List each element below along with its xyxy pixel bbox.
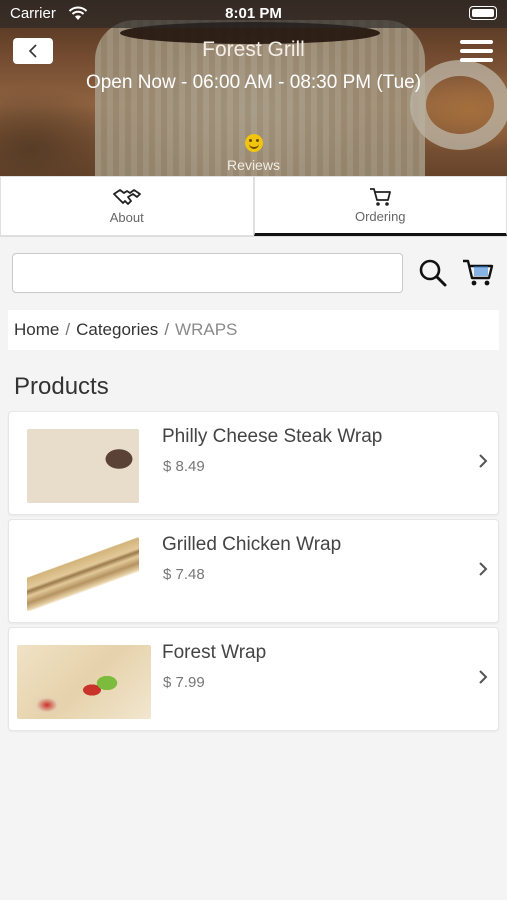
chevron-right-icon [479,562,488,576]
section-title: Products [14,373,109,400]
hamburger-menu-button[interactable] [460,40,493,64]
status-bar: Carrier 8:01 PM [0,0,507,28]
reviews-label: Reviews [227,157,280,173]
product-price: $ 7.99 [163,674,205,691]
breadcrumb: Home / Categories / WRAPS [8,310,499,350]
battery-icon [469,6,497,20]
product-price: $ 7.48 [163,566,205,583]
tab-about-label: About [109,209,144,225]
cart-icon [370,187,392,206]
product-name: Philly Cheese Steak Wrap [162,426,383,447]
product-image [27,537,139,611]
shopping-cart-icon [463,259,494,286]
search-input[interactable] [12,253,403,293]
product-name: Grilled Chicken Wrap [162,534,342,555]
breadcrumb-home[interactable]: Home [14,320,59,339]
opening-hours: Open Now - 06:00 AM - 08:30 PM (Tue) [85,72,422,93]
breadcrumb-separator: / [164,320,170,339]
handshake-icon [112,188,141,205]
product-image [17,645,151,719]
menu-line [460,49,493,53]
product-name: Forest Wrap [162,642,267,663]
breadcrumb-categories[interactable]: Categories [76,320,158,339]
tab-about[interactable]: About [0,176,254,236]
product-price: $ 8.49 [163,458,205,475]
smiley-icon [244,134,263,152]
menu-line [460,58,493,62]
breadcrumb-separator: / [65,320,71,339]
status-time: 8:01 PM [225,5,282,22]
tab-bar: About Ordering [0,176,507,237]
chevron-right-icon [479,454,488,468]
restaurant-header: Carrier 8:01 PM Forest Grill Open Now - … [0,0,507,176]
cart-button[interactable] [461,257,495,289]
chevron-right-icon [479,670,488,684]
search-button[interactable] [417,257,449,289]
product-card[interactable]: Grilled Chicken Wrap $ 7.48 [8,519,499,623]
product-card[interactable]: Forest Wrap $ 7.99 [8,627,499,731]
breadcrumb-current: WRAPS [175,320,238,339]
product-image [27,429,139,503]
tab-ordering-label: Ordering [354,208,406,224]
restaurant-name: Forest Grill [202,38,305,61]
reviews-link[interactable]: Reviews [0,134,507,173]
product-card[interactable]: Philly Cheese Steak Wrap $ 8.49 [8,411,499,515]
menu-line [460,40,493,44]
search-icon [419,259,447,287]
tab-ordering[interactable]: Ordering [253,176,507,236]
